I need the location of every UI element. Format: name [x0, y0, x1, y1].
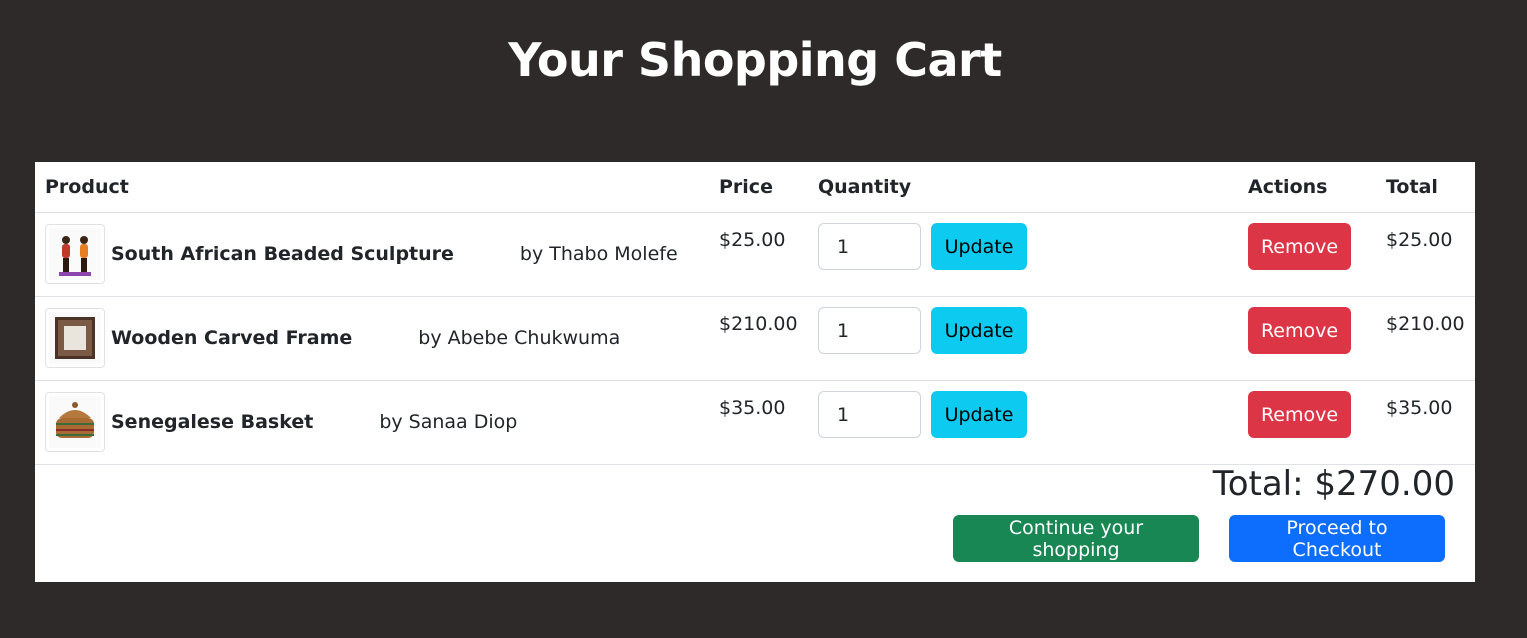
update-button[interactable]: Update	[931, 391, 1027, 438]
price-cell: $35.00	[709, 380, 808, 465]
price-cell: $210.00	[709, 296, 808, 381]
header-price: Price	[709, 162, 808, 213]
actions-cell: Remove	[1238, 296, 1376, 381]
quantity-input[interactable]	[818, 307, 921, 354]
table-row: South African Beaded Sculpture by Thabo …	[35, 212, 1475, 297]
product-artist: by Sanaa Diop	[379, 411, 518, 433]
quantity-input[interactable]	[818, 391, 921, 438]
basket-image	[45, 392, 105, 452]
continue-shopping-button[interactable]: Continue your shopping	[953, 515, 1199, 562]
quantity-input[interactable]	[818, 223, 921, 270]
product-artist: by Abebe Chukwuma	[418, 327, 621, 349]
total-cell: $210.00	[1376, 296, 1475, 381]
price-value: $25.00	[719, 229, 786, 251]
quantity-cell: Update	[808, 212, 1238, 297]
cart-total: Total: $270.00	[1212, 464, 1455, 504]
price-cell: $25.00	[709, 212, 808, 297]
quantity-cell: Update	[808, 296, 1238, 381]
product-name: Wooden Carved Frame	[111, 327, 353, 349]
table-header-row: Product Price Quantity Actions Total	[35, 162, 1475, 213]
actions-cell: Remove	[1238, 380, 1376, 465]
remove-button[interactable]: Remove	[1248, 223, 1351, 270]
table-row: Wooden Carved Frame by Abebe Chukwuma $2…	[35, 296, 1475, 381]
product-artist: by Thabo Molefe	[519, 243, 678, 265]
beaded-sculpture-image	[45, 224, 105, 284]
quantity-cell: Update	[808, 380, 1238, 465]
product-cell: Wooden Carved Frame by Abebe Chukwuma	[35, 296, 709, 381]
row-total-value: $25.00	[1386, 229, 1453, 251]
price-value: $210.00	[719, 313, 798, 335]
row-total-value: $210.00	[1386, 313, 1465, 335]
update-button[interactable]: Update	[931, 223, 1027, 270]
price-value: $35.00	[719, 397, 786, 419]
product-cell: South African Beaded Sculpture by Thabo …	[35, 212, 709, 297]
checkout-button[interactable]: Proceed to Checkout	[1229, 515, 1445, 562]
remove-button[interactable]: Remove	[1248, 391, 1351, 438]
cart-table: Product Price Quantity Actions Total Sou…	[35, 162, 1475, 465]
header-total: Total	[1376, 162, 1475, 213]
total-cell: $35.00	[1376, 380, 1475, 465]
header-quantity: Quantity	[808, 162, 1238, 213]
product-cell: Senegalese Basket by Sanaa Diop	[35, 380, 709, 465]
table-row: Senegalese Basket by Sanaa Diop $35.00 U…	[35, 380, 1475, 465]
row-total-value: $35.00	[1386, 397, 1453, 419]
product-name: Senegalese Basket	[111, 411, 314, 433]
total-cell: $25.00	[1376, 212, 1475, 297]
remove-button[interactable]: Remove	[1248, 307, 1351, 354]
actions-cell: Remove	[1238, 212, 1376, 297]
update-button[interactable]: Update	[931, 307, 1027, 354]
product-name: South African Beaded Sculpture	[111, 243, 454, 265]
header-product: Product	[35, 162, 709, 213]
cart-panel: Product Price Quantity Actions Total Sou…	[35, 162, 1475, 582]
page-title: Your Shopping Cart	[508, 33, 1002, 87]
header-actions: Actions	[1238, 162, 1376, 213]
carved-frame-image	[45, 308, 105, 368]
